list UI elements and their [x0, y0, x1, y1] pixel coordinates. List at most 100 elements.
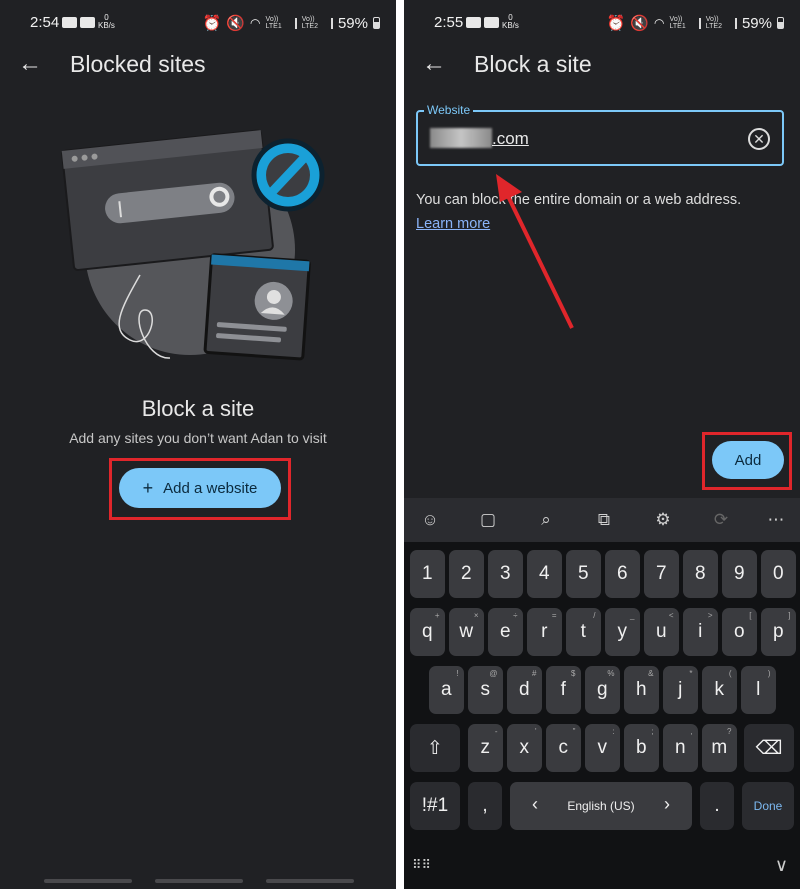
key-k-alt: ( [728, 669, 732, 678]
mode-icon[interactable]: ⟳ [709, 508, 733, 532]
key-u[interactable]: u < [644, 608, 679, 656]
backspace-key[interactable]: ⌫ [744, 724, 794, 772]
learn-more-link[interactable]: Learn more [416, 216, 490, 232]
add-website-button[interactable]: + Add a website [119, 468, 281, 508]
key-v[interactable]: v: [585, 724, 620, 772]
emoji-icon[interactable]: ☺ [418, 508, 442, 532]
key-q-alt: + [434, 611, 440, 620]
translate-icon[interactable]: ⧉ [592, 508, 616, 532]
key-x[interactable]: x ' [507, 724, 542, 772]
key-5[interactable]: 5 [566, 550, 601, 598]
key-x-label: x [519, 737, 530, 758]
search-icon[interactable]: ⌕ [534, 508, 558, 532]
key-p[interactable]: p] [761, 608, 796, 656]
key-t-label: t [580, 621, 586, 642]
gallery-icon [80, 16, 95, 28]
key-3[interactable]: 3 [488, 550, 523, 598]
key-a-alt: ! [456, 669, 459, 678]
key-2[interactable]: 2 [449, 550, 484, 598]
on-screen-keyboard: ☺ ▢ ⌕ ⧉ ⚙ ⟳ ⋯ 1 2 3 4 5 6 7 8 9 0 q + w × e ÷ r = t / y _ u < i >… [404, 498, 800, 889]
shift-key[interactable]: ⇧ [410, 724, 460, 772]
key-k[interactable]: k( [702, 666, 737, 714]
browser-window-graphic [61, 129, 274, 271]
status-system-icons: ⏰ 🔇 ◠ Vo)) LTE1 Vo)) LTE2 59% [607, 14, 784, 32]
cursor-right-icon: › [664, 794, 670, 814]
key-q[interactable]: q + [410, 608, 445, 656]
key-2-label: 2 [460, 563, 472, 584]
period-key[interactable]: . [700, 782, 734, 830]
key-h[interactable]: h & [624, 666, 659, 714]
key-l[interactable]: l) [741, 666, 776, 714]
key-u-alt: < [668, 611, 674, 620]
key-m[interactable]: m? [702, 724, 737, 772]
key-n[interactable]: n, [663, 724, 698, 772]
key-4-label: 4 [538, 563, 550, 584]
key-k-label: k [714, 679, 725, 700]
wifi-icon: ◠ [250, 16, 261, 30]
done-key[interactable]: Done [742, 782, 794, 830]
key-a[interactable]: a! [429, 666, 464, 714]
key-4[interactable]: 4 [527, 550, 562, 598]
sim1-label: Vo)) LTE1 [669, 16, 686, 30]
symbols-key[interactable]: !#1 [410, 782, 460, 830]
back-arrow-icon[interactable]: ← [18, 52, 42, 76]
signal-icon [727, 17, 737, 29]
hide-keyboard-icon[interactable]: ∨ [775, 855, 788, 876]
page-title: Block a site [474, 51, 592, 77]
key-8-label: 8 [694, 563, 706, 584]
blocked-sites-screen: 2:54 0 KB/s ⏰ 🔇 ◠ Vo)) LTE1 Vo)) LTE2 59% ←… [0, 0, 396, 889]
key-o-label: o [733, 621, 745, 642]
keyboard-bottom-bar: ⠿⠿ ∨ [404, 847, 800, 889]
key-t[interactable]: t / [566, 608, 601, 656]
settings-icon[interactable]: ⚙ [651, 508, 675, 532]
app-bar: ← Blocked sites [0, 45, 396, 85]
key-z[interactable]: z- [468, 724, 503, 772]
key-c[interactable]: c " [546, 724, 581, 772]
key-e[interactable]: e ÷ [488, 608, 523, 656]
signal-icon [691, 17, 701, 29]
key-r[interactable]: r = [527, 608, 562, 656]
back-arrow-icon[interactable]: ← [422, 52, 446, 76]
key-z-alt: - [494, 727, 498, 736]
key-1[interactable]: 1 [410, 550, 445, 598]
mute-icon: 🔇 [226, 15, 246, 32]
key-3-label: 3 [499, 563, 511, 584]
space-key[interactable]: English (US) ‹ › [510, 782, 692, 830]
key-w[interactable]: w × [449, 608, 484, 656]
key-s[interactable]: s @ [468, 666, 503, 714]
key-b[interactable]: b; [624, 724, 659, 772]
blocked-site-illustration [61, 129, 325, 361]
key-v-label: v [597, 737, 608, 758]
key-c-label: c [558, 737, 569, 758]
key-f[interactable]: f $ [546, 666, 581, 714]
key-g-alt: % [607, 669, 615, 678]
more-icon[interactable]: ⋯ [764, 508, 788, 532]
keyboard-grid-icon[interactable]: ⠿⠿ [412, 857, 431, 873]
status-notification-icons: 0 KB/s [466, 14, 519, 30]
key-6[interactable]: 6 [605, 550, 640, 598]
key-0-label: 0 [772, 563, 784, 584]
period-key-label: . [714, 795, 720, 816]
clear-icon[interactable]: ✕ [748, 128, 770, 150]
key-d[interactable]: d # [507, 666, 542, 714]
key-p-alt: ] [788, 611, 791, 620]
network-speed: 0 KB/s [98, 13, 115, 30]
key-8[interactable]: 8 [683, 550, 718, 598]
clipboard-icon[interactable]: ▢ [476, 508, 500, 532]
page-title: Blocked sites [70, 51, 206, 77]
key-m-alt: ? [727, 727, 732, 736]
key-9[interactable]: 9 [722, 550, 757, 598]
comma-key[interactable]: , [468, 782, 502, 830]
add-button[interactable]: Add [712, 441, 784, 479]
key-i[interactable]: i > [683, 608, 718, 656]
key-h-alt: & [648, 669, 654, 678]
network-speed: 0 KB/s [502, 13, 519, 30]
media-icon [484, 16, 499, 28]
key-0[interactable]: 0 [761, 550, 796, 598]
key-7[interactable]: 7 [644, 550, 679, 598]
key-g[interactable]: g% [585, 666, 620, 714]
website-input[interactable]: .com ✕ [416, 110, 784, 166]
key-y[interactable]: y _ [605, 608, 640, 656]
key-j[interactable]: j * [663, 666, 698, 714]
key-o[interactable]: o[ [722, 608, 757, 656]
